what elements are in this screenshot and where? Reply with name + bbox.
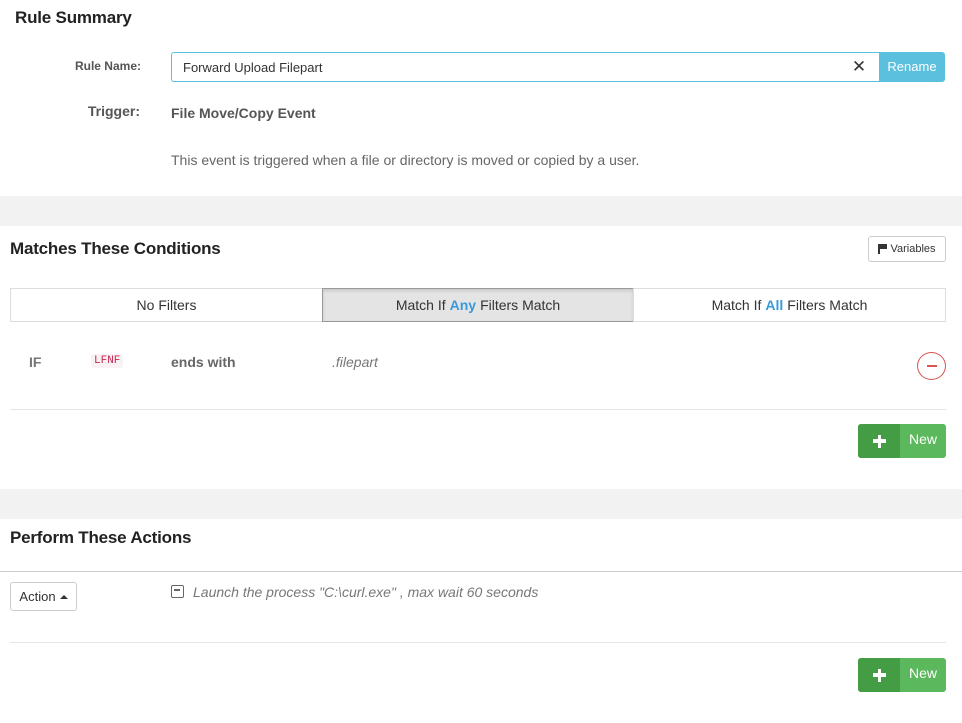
- no-filters-option[interactable]: No Filters: [10, 288, 323, 322]
- variable-badge: LFNF: [91, 354, 124, 368]
- actions-header-divider: [0, 571, 962, 572]
- actions-title: Perform These Actions: [10, 528, 192, 547]
- match-any-prefix: Match If: [395, 297, 446, 313]
- match-any-option[interactable]: Match If Any Filters Match: [322, 288, 634, 322]
- new-condition-label: New: [908, 431, 937, 447]
- variables-label: Variables: [890, 243, 936, 255]
- action-description: Launch the process "C:\curl.exe" , max w…: [193, 584, 539, 600]
- match-all-suffix: Filters Match: [787, 297, 868, 313]
- plus-icon: [872, 668, 886, 682]
- new-action-label: New: [908, 665, 937, 681]
- new-condition-button[interactable]: New: [858, 424, 946, 458]
- variables-button[interactable]: Variables: [868, 236, 946, 262]
- if-keyword: IF: [29, 354, 42, 370]
- rule-summary-title: Rule Summary: [15, 8, 132, 27]
- new-action-button[interactable]: New: [858, 658, 946, 692]
- process-icon: [171, 585, 184, 598]
- rule-name-input[interactable]: [171, 52, 879, 82]
- trigger-description: This event is triggered when a file or d…: [171, 152, 640, 168]
- match-all-keyword: All: [765, 297, 784, 313]
- no-filters-label: No Filters: [136, 297, 197, 313]
- condition-operator: ends with: [171, 354, 236, 370]
- rule-name-label: Rule Name:: [74, 59, 141, 73]
- conditions-title: Matches These Conditions: [10, 239, 221, 258]
- rule-summary-panel: Rule Summary Rule Name: ✕ Rename Trigger…: [0, 0, 962, 196]
- remove-condition-button[interactable]: [917, 352, 946, 380]
- condition-value: .filepart: [332, 354, 378, 370]
- match-all-option[interactable]: Match If All Filters Match: [633, 288, 946, 322]
- action-menu-button[interactable]: Action: [10, 582, 77, 611]
- divider: [10, 409, 946, 410]
- minus-icon: [926, 365, 937, 367]
- flag-icon: [878, 244, 887, 254]
- trigger-label: Trigger:: [87, 103, 140, 119]
- divider: [10, 642, 946, 643]
- match-all-prefix: Match If: [711, 297, 762, 313]
- clear-icon[interactable]: ✕: [850, 57, 868, 77]
- rename-button[interactable]: Rename: [879, 52, 945, 82]
- conditions-panel: Matches These Conditions Variables No Fi…: [0, 226, 962, 489]
- plus-icon: [872, 434, 886, 448]
- match-any-keyword: Any: [449, 297, 477, 313]
- action-menu-label: Action: [19, 589, 56, 604]
- match-any-suffix: Filters Match: [480, 297, 561, 313]
- actions-panel: Perform These Actions Action Launch the …: [0, 519, 962, 723]
- caret-up-icon: [59, 594, 68, 599]
- trigger-value: File Move/Copy Event: [171, 105, 316, 121]
